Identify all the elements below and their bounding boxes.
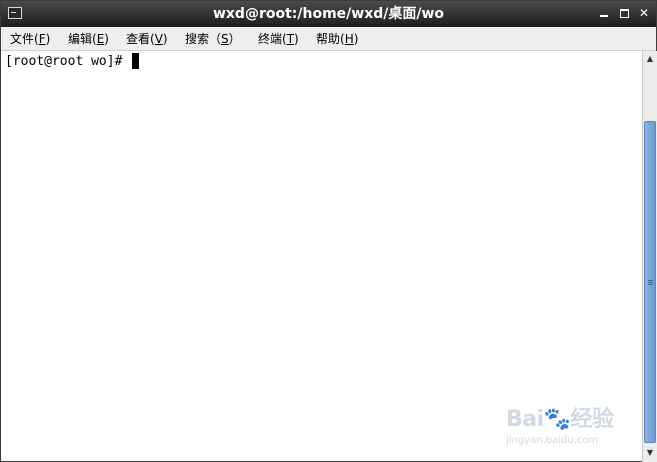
grip-line bbox=[648, 282, 653, 283]
shell-prompt: [root@root wo]# bbox=[5, 54, 131, 69]
watermark-logo: Bai🐾经验 bbox=[506, 407, 614, 432]
vertical-scrollbar[interactable]: ▲ ▼ bbox=[642, 51, 657, 462]
close-icon: ✕ bbox=[638, 6, 650, 20]
title-bar[interactable]: wxd@root:/home/wxd/桌面/wo ✕ bbox=[1, 1, 656, 27]
terminal-window: wxd@root:/home/wxd/桌面/wo ✕ 文件(F) 编辑(E) 查… bbox=[0, 0, 657, 462]
menu-bar: 文件(F) 编辑(E) 查看(V) 搜索（S） 终端(T) 帮助(H) bbox=[1, 27, 656, 51]
scroll-up-arrow-icon[interactable]: ▲ bbox=[644, 52, 656, 66]
maximize-button[interactable] bbox=[617, 5, 631, 21]
watermark-url: jingyan.baidu.com bbox=[506, 435, 599, 446]
grip-line bbox=[648, 280, 653, 281]
minimize-icon bbox=[600, 15, 608, 17]
menu-help[interactable]: 帮助(H) bbox=[316, 31, 358, 47]
scroll-thumb[interactable] bbox=[644, 121, 656, 443]
menu-terminal[interactable]: 终端(T) bbox=[258, 31, 299, 47]
window-title: wxd@root:/home/wxd/桌面/wo bbox=[212, 6, 445, 22]
grip-line bbox=[648, 284, 653, 285]
minimize-button[interactable] bbox=[597, 5, 611, 21]
text-cursor bbox=[132, 53, 139, 69]
terminal-area[interactable]: [root@root wo]# bbox=[2, 51, 642, 461]
menu-file[interactable]: 文件(F) bbox=[10, 31, 50, 47]
maximize-icon bbox=[619, 9, 629, 18]
scroll-down-arrow-icon[interactable]: ▼ bbox=[644, 446, 656, 460]
menu-view[interactable]: 查看(V) bbox=[126, 31, 168, 47]
menu-search[interactable]: 搜索（S） bbox=[185, 31, 241, 47]
menu-edit[interactable]: 编辑(E) bbox=[68, 31, 109, 47]
close-button[interactable]: ✕ bbox=[637, 5, 651, 21]
baidu-watermark: Bai🐾经验 jingyan.baidu.com bbox=[506, 401, 614, 446]
